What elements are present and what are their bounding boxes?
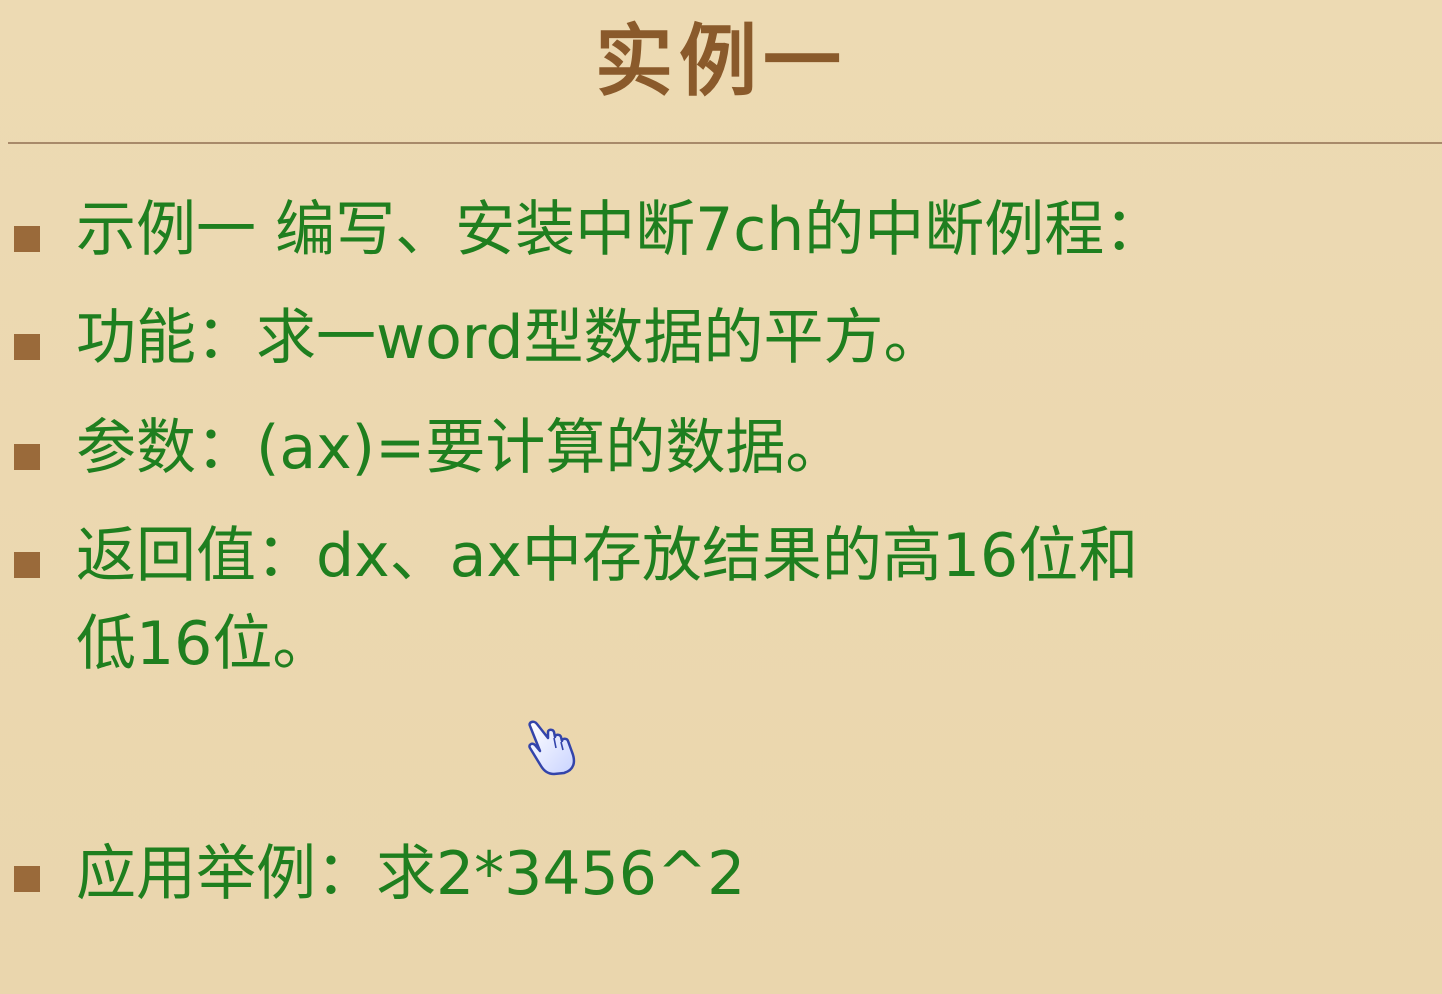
bullet-text-2: 功能：求一word型数据的平方。: [76, 303, 944, 373]
slide-canvas: 实例一 示例一 编写、安装中断7ch的中断例程： 功能：求一word型数据的平方…: [0, 0, 1442, 994]
bullet-text-1: 示例一 编写、安装中断7ch的中断例程：: [76, 195, 1165, 265]
title-divider: [8, 142, 1442, 144]
square-bullet-icon: [14, 226, 40, 252]
bullet-text-3: 参数：(ax)=要计算的数据。: [76, 413, 846, 483]
bullet-text-4: 返回值：dx、ax中存放结果的高16位和: [76, 521, 1139, 591]
bullet-text-5: 应用举例：求2*3456^2: [76, 839, 746, 909]
slide-title: 实例一: [594, 17, 847, 107]
bullet-text-4-continuation: 低16位。: [76, 609, 333, 679]
square-bullet-icon: [14, 444, 40, 470]
hand-pointer-icon: [528, 720, 576, 776]
square-bullet-icon: [14, 552, 40, 578]
square-bullet-icon: [14, 866, 40, 892]
square-bullet-icon: [14, 334, 40, 360]
